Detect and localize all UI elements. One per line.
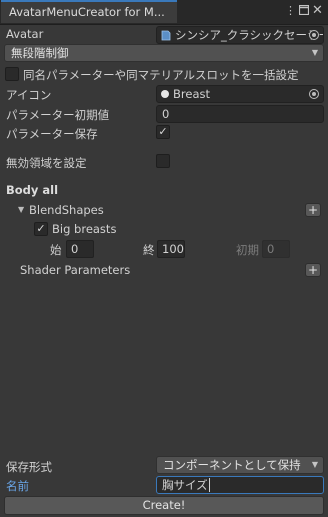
end-input[interactable]: 100	[157, 240, 185, 258]
save-format-value: コンポーネントとして保持	[163, 458, 301, 472]
initial-label: 初期	[236, 243, 259, 257]
bulk-setting-checkbox[interactable]	[5, 67, 19, 81]
dropdown-arrow-icon: ▼	[311, 460, 318, 469]
avatar-value: シンシア_クラシックセーラー (\	[175, 28, 324, 42]
param-save-checkbox[interactable]: ✓	[156, 125, 170, 139]
dropdown-arrow-icon: ▼	[311, 48, 318, 57]
save-format-dropdown[interactable]: コンポーネントとして保持 ▼	[156, 456, 324, 474]
window-tab[interactable]: AvatarMenuCreator for M...	[1, 0, 177, 23]
object-picker-icon[interactable]	[309, 30, 319, 40]
icon-object-field[interactable]: Breast	[156, 85, 324, 103]
foldout-arrow-icon[interactable]: ▼	[18, 205, 24, 214]
name-label: 名前	[6, 479, 29, 493]
close-icon[interactable]: ✕	[312, 4, 323, 17]
start-label: 始	[50, 243, 62, 257]
icon-label: アイコン	[6, 88, 52, 102]
end-label: 終	[143, 243, 155, 257]
initial-input: 0	[262, 240, 290, 258]
name-input[interactable]: 胸サイズ	[156, 476, 324, 494]
param-save-label: パラメーター保存	[6, 127, 98, 141]
section-title: Body all	[6, 183, 59, 197]
create-button[interactable]: Create!	[4, 496, 324, 515]
text-cursor	[208, 478, 210, 492]
param-initial-input[interactable]: 0	[156, 105, 324, 123]
save-format-label: 保存形式	[6, 460, 52, 474]
avatar-label: Avatar	[6, 27, 44, 41]
object-picker-icon[interactable]	[309, 89, 319, 99]
invalid-region-checkbox[interactable]	[156, 154, 170, 168]
start-input[interactable]: 0	[66, 240, 94, 258]
texture-icon	[161, 90, 169, 98]
maximize-icon[interactable]	[298, 4, 309, 16]
add-shader-param-button[interactable]: +	[305, 263, 321, 277]
icon-value: Breast	[173, 87, 210, 101]
mode-dropdown-value: 無段階制御	[11, 46, 69, 60]
kebab-menu-icon[interactable]: ⋮	[285, 5, 296, 16]
big-breasts-checkbox[interactable]: ✓	[34, 222, 48, 236]
window-tab-title: AvatarMenuCreator for M...	[9, 5, 165, 19]
avatar-object-field[interactable]: シンシア_クラシックセーラー (\	[156, 26, 324, 44]
prefab-icon	[161, 30, 171, 41]
big-breasts-label: Big breasts	[52, 222, 117, 236]
invalid-region-label: 無効領域を設定	[6, 156, 87, 170]
shader-params-label[interactable]: Shader Parameters	[20, 263, 130, 277]
param-initial-label: パラメーター初期値	[6, 108, 110, 122]
mode-dropdown[interactable]: 無段階制御 ▼	[4, 44, 324, 62]
blendshapes-foldout-label[interactable]: BlendShapes	[29, 203, 104, 217]
add-blendshape-button[interactable]: +	[305, 203, 321, 217]
bulk-setting-label: 同名パラメーターや同マテリアルスロットを一括設定	[23, 68, 299, 82]
name-value: 胸サイズ	[162, 478, 208, 492]
